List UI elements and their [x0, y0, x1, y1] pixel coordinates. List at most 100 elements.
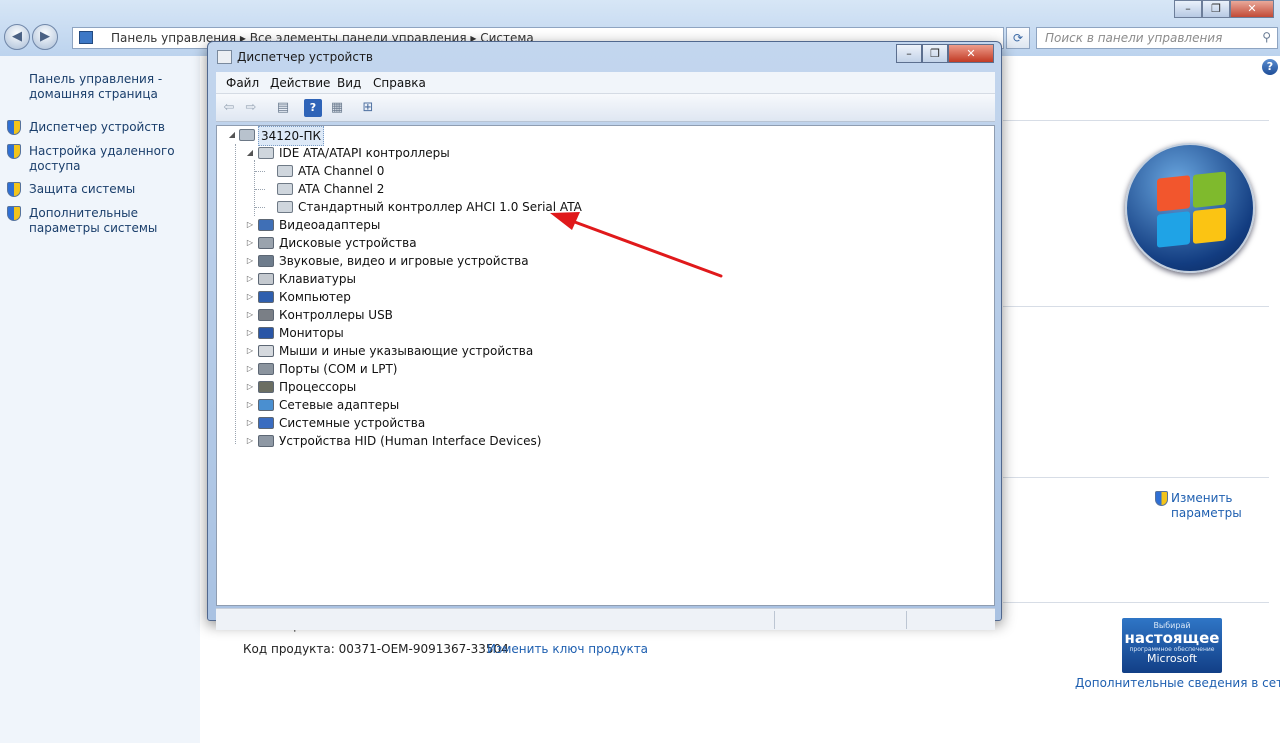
device-tree: ◢ 34120-ПК ◢ IDE ATA/ATAPI контроллеры A…	[216, 125, 995, 606]
console-tree-icon[interactable]: ▤	[274, 99, 292, 117]
device-manager-icon	[217, 50, 232, 64]
scan-hardware-icon[interactable]: ⊞	[359, 99, 377, 117]
uac-shield-icon	[7, 120, 21, 135]
back-arrow-icon: ◀	[12, 29, 22, 44]
category-label: IDE ATA/ATAPI контроллеры	[279, 146, 450, 160]
uac-shield-icon	[7, 206, 21, 221]
more-info-link[interactable]: Дополнительные сведения в сети...	[1075, 676, 1280, 690]
port-icon	[258, 363, 274, 375]
collapse-icon[interactable]: ◢	[227, 126, 237, 144]
expand-icon[interactable]: ▷	[245, 288, 255, 306]
badge-line: Microsoft	[1146, 652, 1198, 665]
category-label: Звуковые, видео и игровые устройства	[279, 254, 529, 268]
forward-arrow-icon: ▶	[40, 29, 50, 44]
expand-icon[interactable]: ▷	[245, 216, 255, 234]
device-label: ATA Channel 2	[298, 182, 385, 196]
window-title: Диспетчер устройств	[237, 50, 374, 64]
close-button[interactable]: ✕	[1230, 0, 1274, 18]
search-input[interactable]: Поиск в панели управления ⚲	[1036, 27, 1278, 49]
help-icon[interactable]: ?	[1262, 59, 1278, 75]
menu-file[interactable]: Файл	[226, 76, 259, 90]
category-label: Устройства HID (Human Interface Devices)	[279, 434, 542, 448]
change-params-link[interactable]: Изменить параметры	[1171, 491, 1271, 521]
expand-icon[interactable]: ▷	[245, 360, 255, 378]
menu-action[interactable]: Действие	[270, 76, 330, 90]
expand-icon[interactable]: ▷	[245, 270, 255, 288]
forward-button[interactable]: ▶	[32, 24, 58, 50]
refresh-button[interactable]: ⟳	[1006, 27, 1030, 49]
category-label: Процессоры	[279, 380, 357, 394]
usb-icon	[258, 309, 274, 321]
ide-controller-icon	[277, 165, 293, 177]
expand-icon[interactable]: ▷	[245, 414, 255, 432]
category-label: Порты (COM и LPT)	[279, 362, 398, 376]
expand-icon[interactable]: ▷	[245, 396, 255, 414]
sidebar-link-advanced[interactable]: Дополнительные параметры системы	[29, 206, 199, 236]
badge-line: настоящее	[1124, 629, 1220, 647]
category-label: Сетевые адаптеры	[279, 398, 400, 412]
expand-icon[interactable]: ▷	[245, 324, 255, 342]
divider	[1003, 602, 1269, 603]
sound-icon	[258, 255, 274, 267]
collapse-icon[interactable]: ◢	[245, 144, 255, 162]
tree-line	[235, 144, 236, 444]
genuine-microsoft-badge[interactable]: Выбирай настоящее программное обеспечени…	[1122, 618, 1222, 673]
expand-icon[interactable]: ▷	[245, 378, 255, 396]
menu-help[interactable]: Справка	[373, 76, 426, 90]
tree-line	[255, 189, 265, 190]
menu-bar: Файл Действие Вид Справка	[216, 72, 995, 94]
expand-icon[interactable]: ▷	[245, 342, 255, 360]
device-label: Стандартный контроллер AHCI 1.0 Serial A…	[298, 200, 582, 214]
mouse-icon	[258, 345, 274, 357]
forward-arrow-icon[interactable]: ⇨	[242, 99, 260, 117]
status-bar	[216, 608, 995, 630]
ide-controller-icon	[258, 147, 274, 159]
change-key-link[interactable]: Изменить ключ продукта	[487, 642, 648, 656]
windows-flag-icon	[1157, 171, 1227, 248]
sidebar-link-device-manager[interactable]: Диспетчер устройств	[29, 120, 199, 135]
divider	[1003, 306, 1269, 307]
network-adapter-icon	[258, 399, 274, 411]
windows-logo	[1125, 143, 1255, 273]
status-divider	[906, 611, 907, 629]
system-device-icon	[258, 417, 274, 429]
search-icon: ⚲	[1262, 30, 1271, 44]
help-icon[interactable]: ?	[304, 99, 322, 117]
uac-shield-icon	[7, 144, 21, 159]
expand-icon[interactable]: ▷	[245, 252, 255, 270]
status-divider	[774, 611, 775, 629]
dm-close-button[interactable]: ✕	[948, 44, 994, 63]
back-button[interactable]: ◀	[4, 24, 30, 50]
category-label: Дисковые устройства	[279, 236, 417, 250]
dm-maximize-button[interactable]: ❐	[922, 44, 948, 63]
dm-minimize-button[interactable]: –	[896, 44, 922, 63]
expand-icon[interactable]: ▷	[245, 432, 255, 450]
sidebar-link-remote[interactable]: Настройка удаленного доступа	[29, 144, 199, 174]
category-label: Компьютер	[279, 290, 351, 304]
category-label: Клавиатуры	[279, 272, 356, 286]
menu-view[interactable]: Вид	[337, 76, 361, 90]
category-label: Мониторы	[279, 326, 344, 340]
expand-icon[interactable]: ▷	[245, 306, 255, 324]
back-arrow-icon[interactable]: ⇦	[220, 99, 238, 117]
category-label: Видеоадаптеры	[279, 218, 381, 232]
properties-icon[interactable]: ▦	[328, 99, 346, 117]
control-panel-icon	[79, 31, 93, 44]
computer-icon	[258, 291, 274, 303]
sidebar-link-protection[interactable]: Защита системы	[29, 182, 199, 197]
sidebar-home-link[interactable]: Панель управления - домашняя страница	[29, 72, 199, 102]
product-key: Код продукта: 00371-OEM-9091367-33504	[243, 642, 509, 656]
ide-controller-icon	[277, 183, 293, 195]
device-label: ATA Channel 0	[298, 164, 385, 178]
expand-icon[interactable]: ▷	[245, 234, 255, 252]
tree-line	[255, 207, 265, 208]
uac-shield-icon	[1155, 491, 1168, 506]
search-placeholder: Поиск в панели управления	[1045, 31, 1223, 45]
root-label: 34120-ПК	[258, 126, 325, 146]
uac-shield-icon	[7, 182, 21, 197]
monitor-icon	[258, 327, 274, 339]
divider	[1003, 477, 1269, 478]
minimize-button[interactable]: –	[1174, 0, 1202, 18]
maximize-button[interactable]: ❐	[1202, 0, 1230, 18]
processor-icon	[258, 381, 274, 393]
